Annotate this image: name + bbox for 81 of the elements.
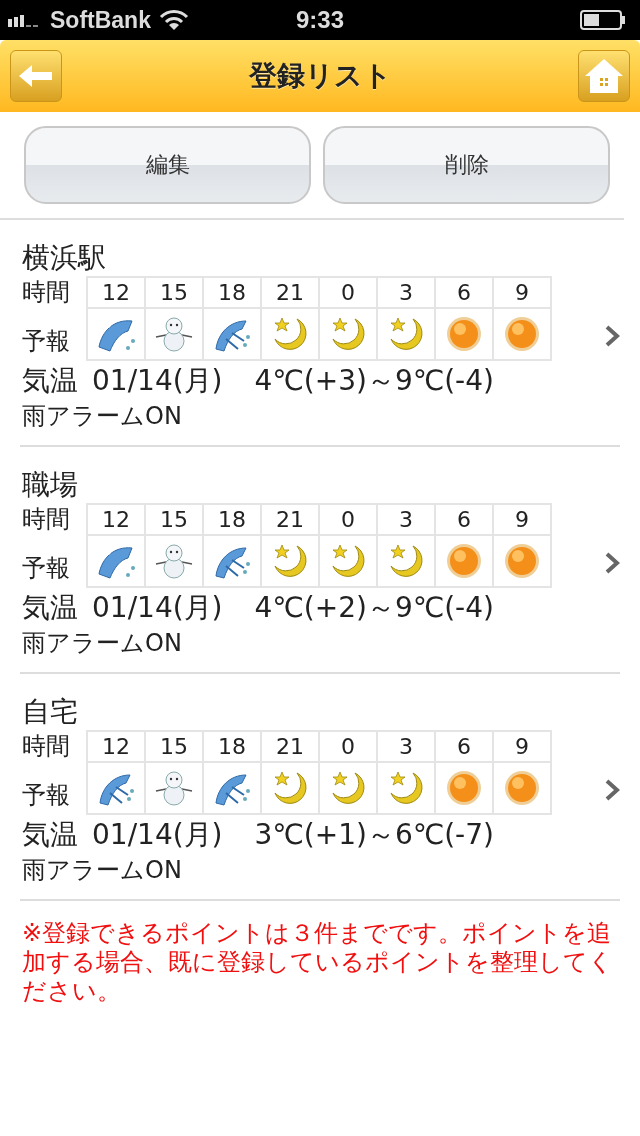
forecast-date: 01/14(月) <box>92 817 223 853</box>
hour-cell: 15 <box>146 505 204 536</box>
location-name: 自宅 <box>22 694 79 730</box>
action-button[interactable]: 編集 <box>24 126 311 204</box>
moon-and-star-icon <box>329 542 367 580</box>
wifi-icon <box>158 9 189 31</box>
moon-and-star-icon <box>329 315 367 353</box>
carrier-name: SoftBank <box>50 6 151 34</box>
chevron-right-icon <box>604 777 620 802</box>
row-label: 時間 <box>22 277 71 308</box>
sun-icon <box>503 769 541 807</box>
notice-text: ※登録できるポイントは３件までです。ポイントを追加する場合、既に登録しているポイントを整理してください。 <box>22 919 614 1006</box>
hour-cell: 0 <box>320 278 378 309</box>
row-label: 予報 <box>22 780 71 811</box>
moon-and-star-icon <box>387 315 425 353</box>
house-icon <box>584 58 624 94</box>
battery-icon <box>580 10 626 30</box>
hour-cell: 15 <box>146 278 204 309</box>
hour-cell: 12 <box>88 732 146 763</box>
snowman-icon <box>154 769 194 807</box>
hour-cell: 0 <box>320 505 378 536</box>
row-label: 時間 <box>22 731 71 762</box>
hour-cell: 18 <box>204 278 262 309</box>
chevron-right-icon <box>604 550 620 575</box>
location-entry[interactable]: 職場 時間 予報 12 15 18 21 0 3 6 9 気温 01/14(月) 4℃(+2)～9℃(-4) 雨アラームON <box>20 447 620 674</box>
clock-time: 9:33 <box>296 6 344 34</box>
location-name: 横浜駅 <box>22 240 107 276</box>
moon-and-star-icon <box>271 542 309 580</box>
moon-and-star-icon <box>271 315 309 353</box>
hour-cell: 6 <box>436 278 494 309</box>
hour-cell: 21 <box>262 732 320 763</box>
hour-cell: 6 <box>436 732 494 763</box>
hour-cell: 18 <box>204 732 262 763</box>
moon-and-star-icon <box>271 769 309 807</box>
snowman-icon <box>154 542 194 580</box>
hour-cell: 12 <box>88 278 146 309</box>
hour-cell: 21 <box>262 505 320 536</box>
snowman-icon <box>154 315 194 353</box>
moon-and-star-icon <box>329 769 367 807</box>
sun-icon <box>445 769 483 807</box>
temperature-range: 4℃(+2)～9℃(-4) <box>254 590 494 626</box>
rain-alarm-status: 雨アラームON <box>22 855 183 885</box>
hour-cell: 9 <box>494 278 552 309</box>
moon-and-star-icon <box>387 542 425 580</box>
screen-title: 登録リスト <box>248 58 392 94</box>
hour-cell: 15 <box>146 732 204 763</box>
hour-cell: 9 <box>494 732 552 763</box>
hour-cell: 3 <box>378 505 436 536</box>
temperature-range: 4℃(+3)～9℃(-4) <box>254 363 494 399</box>
left-arrow-icon <box>19 64 53 88</box>
sun-icon <box>445 315 483 353</box>
chevron-right-icon <box>604 323 620 348</box>
hour-cell: 0 <box>320 732 378 763</box>
rain-alarm-status: 雨アラームON <box>22 401 183 431</box>
forecast-date: 01/14(月) <box>92 363 223 399</box>
hour-cell: 9 <box>494 505 552 536</box>
hour-cell: 18 <box>204 505 262 536</box>
action-button[interactable]: 削除 <box>323 126 610 204</box>
sun-icon <box>503 542 541 580</box>
row-label: 予報 <box>22 326 71 357</box>
row-label: 時間 <box>22 504 71 535</box>
back-button[interactable] <box>10 50 62 102</box>
temperature-label: 気温 <box>22 817 78 853</box>
sun-icon <box>503 315 541 353</box>
hour-cell: 6 <box>436 505 494 536</box>
home-button[interactable] <box>578 50 630 102</box>
location-entry[interactable]: 横浜駅 時間 予報 12 15 18 21 0 3 6 9 気温 01/14(月) 4℃(+3)～9℃(-4) 雨アラームON <box>20 220 620 447</box>
temperature-label: 気温 <box>22 363 78 399</box>
moon-and-star-icon <box>387 769 425 807</box>
location-name: 職場 <box>22 467 79 503</box>
hour-cell: 12 <box>88 505 146 536</box>
temperature-range: 3℃(+1)～6℃(-7) <box>254 817 494 853</box>
temperature-label: 気温 <box>22 590 78 626</box>
hour-cell: 21 <box>262 278 320 309</box>
hour-cell: 3 <box>378 278 436 309</box>
hour-cell: 3 <box>378 732 436 763</box>
rain-alarm-status: 雨アラームON <box>22 628 183 658</box>
sun-icon <box>445 542 483 580</box>
location-entry[interactable]: 自宅 時間 予報 12 15 18 21 0 3 6 9 気温 01/14(月) 3℃(+1)～6℃(-7) 雨アラームON <box>20 674 620 901</box>
forecast-date: 01/14(月) <box>92 590 223 626</box>
row-label: 予報 <box>22 553 71 584</box>
